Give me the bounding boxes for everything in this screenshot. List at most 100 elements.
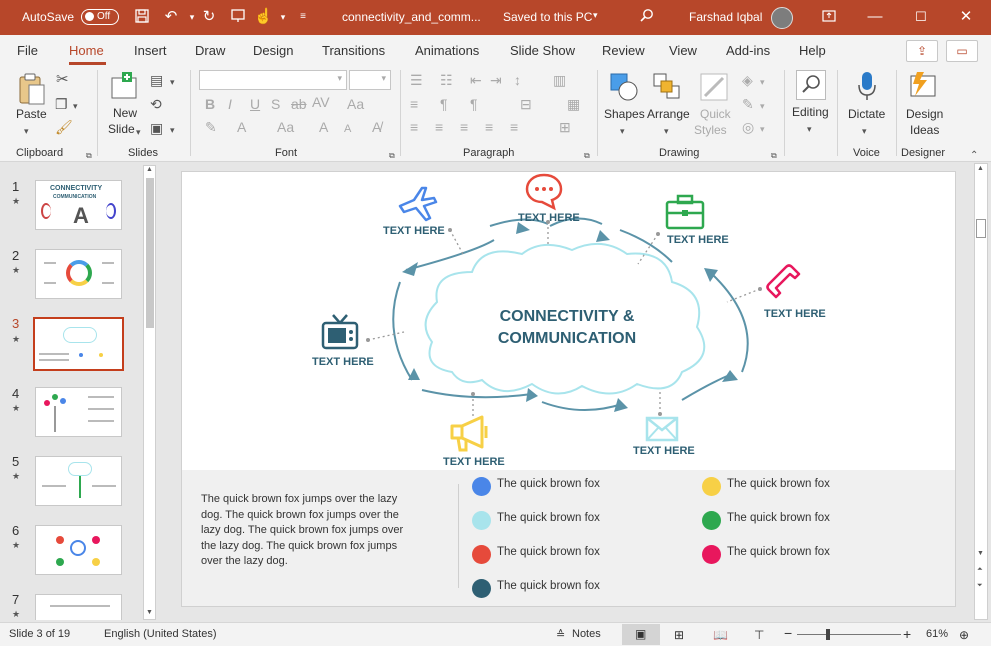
highlight-icon[interactable]: ✎ — [205, 119, 217, 135]
tab-add-ins[interactable]: Add-ins — [726, 43, 770, 58]
tab-review[interactable]: Review — [602, 43, 645, 58]
underline-icon[interactable]: U — [250, 96, 260, 112]
paragraph-spacing-icon[interactable]: ⊞ — [559, 119, 571, 135]
layout-icon[interactable]: ▤ — [150, 72, 163, 88]
clipboard-launcher-icon[interactable]: ⧉ — [86, 148, 92, 164]
share-button[interactable]: ⇪ — [906, 40, 938, 62]
maximize-icon[interactable]: ☐ — [912, 8, 930, 26]
design-ideas-label-1[interactable]: Design — [906, 107, 943, 121]
design-ideas-icon[interactable] — [907, 70, 939, 105]
fit-to-window-icon[interactable]: ⊕ — [959, 628, 969, 642]
tab-draw[interactable]: Draw — [195, 43, 225, 58]
tab-home[interactable]: Home — [69, 43, 104, 58]
paste-dropdown-icon[interactable]: ▾ — [24, 123, 29, 139]
drawing-launcher-icon[interactable]: ⧉ — [771, 148, 777, 164]
align-right-icon[interactable]: ≡ — [460, 119, 468, 135]
present-icon[interactable] — [229, 8, 247, 26]
strikethrough-icon[interactable]: ab — [291, 96, 307, 112]
decrease-indent-icon[interactable]: ⇤ — [470, 72, 482, 88]
paragraph-launcher-icon[interactable]: ⧉ — [584, 148, 590, 164]
user-avatar[interactable] — [771, 7, 793, 29]
rtl-icon[interactable]: ¶ — [470, 96, 478, 112]
arrange-icon[interactable] — [652, 72, 682, 105]
paste-button-label[interactable]: Paste — [16, 107, 47, 121]
search-icon[interactable] — [638, 8, 656, 26]
dictate-dropdown-icon[interactable]: ▾ — [862, 123, 867, 139]
align-text-icon[interactable]: ⊟ — [520, 96, 532, 112]
scroll-up-icon[interactable]: ▲ — [977, 165, 984, 172]
slide-thumbnail-1[interactable]: CONNECTIVITY COMMUNICATION A — [35, 180, 122, 230]
reading-view-icon[interactable]: 📖 — [713, 628, 728, 642]
canvas-scroll-thumb[interactable] — [976, 219, 986, 238]
shape-outline-icon[interactable]: ✎ — [742, 96, 754, 112]
normal-view-button[interactable]: ▣ — [622, 624, 660, 645]
new-slide-icon[interactable] — [110, 72, 140, 103]
design-ideas-label-2[interactable]: Ideas — [910, 123, 939, 137]
slide-sorter-icon[interactable]: ⊞ — [674, 628, 684, 642]
close-icon[interactable]: ✕ — [957, 8, 975, 26]
ribbon-display-options-icon[interactable] — [820, 8, 838, 26]
canvas-scrollbar[interactable]: ▲ ▼ ⏶ ⏷ — [974, 163, 988, 620]
comments-button[interactable]: ▭ — [946, 40, 978, 62]
slide-thumbnail-5[interactable] — [35, 456, 122, 506]
layout-dropdown-icon[interactable]: ▾ — [170, 74, 175, 90]
save-status[interactable]: Saved to this PC — [503, 10, 592, 24]
redo-icon[interactable]: ↻ — [200, 8, 218, 26]
shape-outline-dropdown-icon[interactable]: ▾ — [760, 98, 765, 114]
slide-canvas[interactable]: CONNECTIVITY & COMMUNICATION TEXT HERE T… — [181, 171, 956, 607]
increase-indent-icon[interactable]: ⇥ — [490, 72, 502, 88]
copy-dropdown-icon[interactable]: ▾ — [73, 98, 78, 114]
justify-icon[interactable]: ≡ — [485, 119, 493, 135]
tab-help[interactable]: Help — [799, 43, 826, 58]
bullets-icon[interactable]: ☰ — [410, 72, 423, 88]
smartart-icon[interactable]: ▦ — [567, 96, 580, 112]
slide-show-icon[interactable]: ⊤ — [754, 628, 764, 642]
numbering-icon[interactable]: ☷ — [440, 72, 453, 88]
font-launcher-icon[interactable]: ⧉ — [389, 148, 395, 164]
touch-mode-icon[interactable]: ☝ — [254, 8, 273, 26]
text-direction-icon[interactable]: ¶ — [440, 96, 448, 112]
shadow-icon[interactable]: S — [271, 96, 280, 112]
change-case-icon[interactable]: Aa — [347, 96, 364, 112]
tab-view[interactable]: View — [669, 43, 697, 58]
tab-transitions[interactable]: Transitions — [322, 43, 385, 58]
zoom-in-icon[interactable]: + — [903, 626, 911, 642]
tab-design[interactable]: Design — [253, 43, 293, 58]
zoom-out-icon[interactable]: − — [784, 625, 792, 641]
slide-thumbnail-7[interactable] — [35, 594, 122, 620]
new-slide-dropdown-icon[interactable]: ▾ — [136, 124, 141, 140]
microphone-icon[interactable] — [857, 70, 877, 105]
scroll-down-icon[interactable]: ▼ — [146, 609, 153, 616]
shapes-icon[interactable] — [609, 72, 639, 105]
cut-icon[interactable]: ✂ — [56, 72, 69, 88]
italic-icon[interactable]: I — [228, 96, 232, 112]
font-size-dropdown[interactable]: ▾ — [349, 70, 391, 90]
zoom-slider-thumb[interactable] — [826, 629, 830, 640]
notes-icon[interactable]: ≙ — [556, 628, 565, 641]
tab-insert[interactable]: Insert — [134, 43, 167, 58]
clear-formatting-icon[interactable]: A̸ — [372, 119, 381, 135]
undo-dropdown-icon[interactable]: ▾ — [183, 8, 201, 26]
save-status-dropdown-icon[interactable]: ▾ — [593, 10, 598, 21]
shapes-label[interactable]: Shapes — [604, 107, 645, 121]
shape-effects-icon[interactable]: ◎ — [742, 119, 754, 135]
slide-thumbnail-2[interactable] — [35, 249, 122, 299]
customize-qat-icon[interactable]: ≡ — [294, 8, 312, 26]
new-slide-label-2[interactable]: Slide — [108, 122, 135, 136]
format-painter-icon[interactable]: 🖌 — [55, 119, 73, 135]
autosave-toggle[interactable]: Off — [81, 9, 119, 25]
scroll-down-icon[interactable]: ▼ — [977, 550, 984, 557]
undo-icon[interactable]: ↶ — [162, 8, 180, 26]
decrease-font-icon[interactable]: A — [344, 121, 351, 137]
shape-effects-dropdown-icon[interactable]: ▾ — [760, 121, 765, 137]
slide-thumbnail-6[interactable] — [35, 525, 122, 575]
language-indicator[interactable]: English (United States) — [104, 628, 217, 640]
arrange-dropdown-icon[interactable]: ▾ — [664, 123, 669, 139]
align-left-icon[interactable]: ≡ — [410, 96, 418, 112]
save-icon[interactable] — [133, 8, 151, 26]
editing-label[interactable]: Editing — [792, 105, 829, 119]
next-slide-icon[interactable]: ⏷ — [977, 582, 983, 590]
slide-thumbnail-3[interactable] — [33, 317, 124, 371]
font-name-dropdown[interactable]: ▾ — [199, 70, 347, 90]
scroll-thumb[interactable] — [146, 178, 154, 328]
